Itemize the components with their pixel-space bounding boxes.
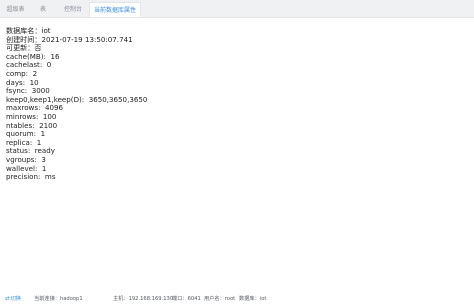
prop-value: ms	[44, 172, 56, 182]
tab-supertables[interactable]: 超级表	[4, 2, 27, 17]
prop-comp: comp: 2	[6, 69, 466, 79]
prop-value: 1	[40, 129, 46, 139]
status-bar: ⇄切换 当前连接：hadoop1 主机：192.168.169.130 端口：6…	[0, 292, 474, 306]
prop-keep: keep0,keep1,keep(D): 3650,3650,3650	[6, 94, 466, 105]
switch-label: 切换	[10, 296, 21, 302]
prop-wallevel: wallevel: 1	[6, 164, 466, 174]
port-value: 6041	[187, 296, 201, 302]
db-label: 数据库：	[239, 296, 260, 302]
prop-cache: cache(MB): 16	[6, 51, 466, 62]
host-value: 192.168.169.130	[128, 296, 174, 302]
prop-minrows: minrows: 100	[6, 112, 466, 122]
port-label: 端口：	[172, 296, 188, 302]
prop-ntables: ntables: 2100	[6, 121, 466, 131]
prop-created-time: 创建时间：2021-07-19 13:50:07.741	[6, 34, 466, 45]
connection-info: 当前连接：hadoop1	[34, 292, 83, 306]
conn-label: 当前连接：	[34, 296, 60, 302]
prop-days: days: 10	[6, 78, 466, 88]
tab-console[interactable]: 控制台	[58, 2, 88, 17]
swap-icon: ⇄	[5, 296, 10, 302]
switch-connection-button[interactable]: ⇄切换	[5, 292, 21, 306]
prop-value: 0	[46, 60, 52, 70]
prop-maxrows: maxrows: 4096	[6, 104, 466, 113]
prop-cachelast: cachelast: 0	[6, 61, 466, 70]
prop-key: precision	[6, 172, 39, 182]
prop-precision: precision: ms	[6, 172, 466, 182]
prop-sep: :	[81, 94, 89, 104]
prop-quorum: quorum: 1	[6, 129, 466, 139]
prop-sep: :	[38, 172, 45, 182]
prop-value: 2021-07-19 13:50:07.741	[41, 34, 133, 44]
conn-value: hadoop1	[59, 296, 83, 302]
db-properties-panel: 数据库名：iot 创建时间：2021-07-19 13:50:07.741 可更…	[6, 26, 466, 182]
tab-db-properties[interactable]: 当前数据库属性	[89, 2, 141, 17]
user-label: 用户名：	[204, 296, 225, 302]
host-info: 主机：192.168.169.130	[113, 292, 173, 306]
prop-replica: replica: 1	[6, 138, 466, 148]
prop-value: 16	[50, 51, 60, 61]
port-info: 端口：6041	[172, 292, 201, 306]
db-value: iot	[259, 296, 267, 302]
prop-value: 3650,3650,3650	[88, 94, 148, 104]
user-info: 用户名：root	[204, 292, 235, 306]
host-label: 主机：	[113, 296, 129, 302]
user-value: root	[224, 296, 236, 302]
prop-vgroups: vgroups: 3	[6, 155, 466, 165]
prop-status: status: ready	[6, 147, 466, 156]
prop-updatable: 可更新：否	[6, 43, 466, 53]
database-info: 数据库：iot	[239, 292, 266, 306]
prop-sep: :	[39, 60, 47, 70]
tab-bar: 超级表 表 控制台 当前数据库属性	[0, 0, 474, 18]
tab-tables[interactable]: 表	[34, 2, 52, 17]
